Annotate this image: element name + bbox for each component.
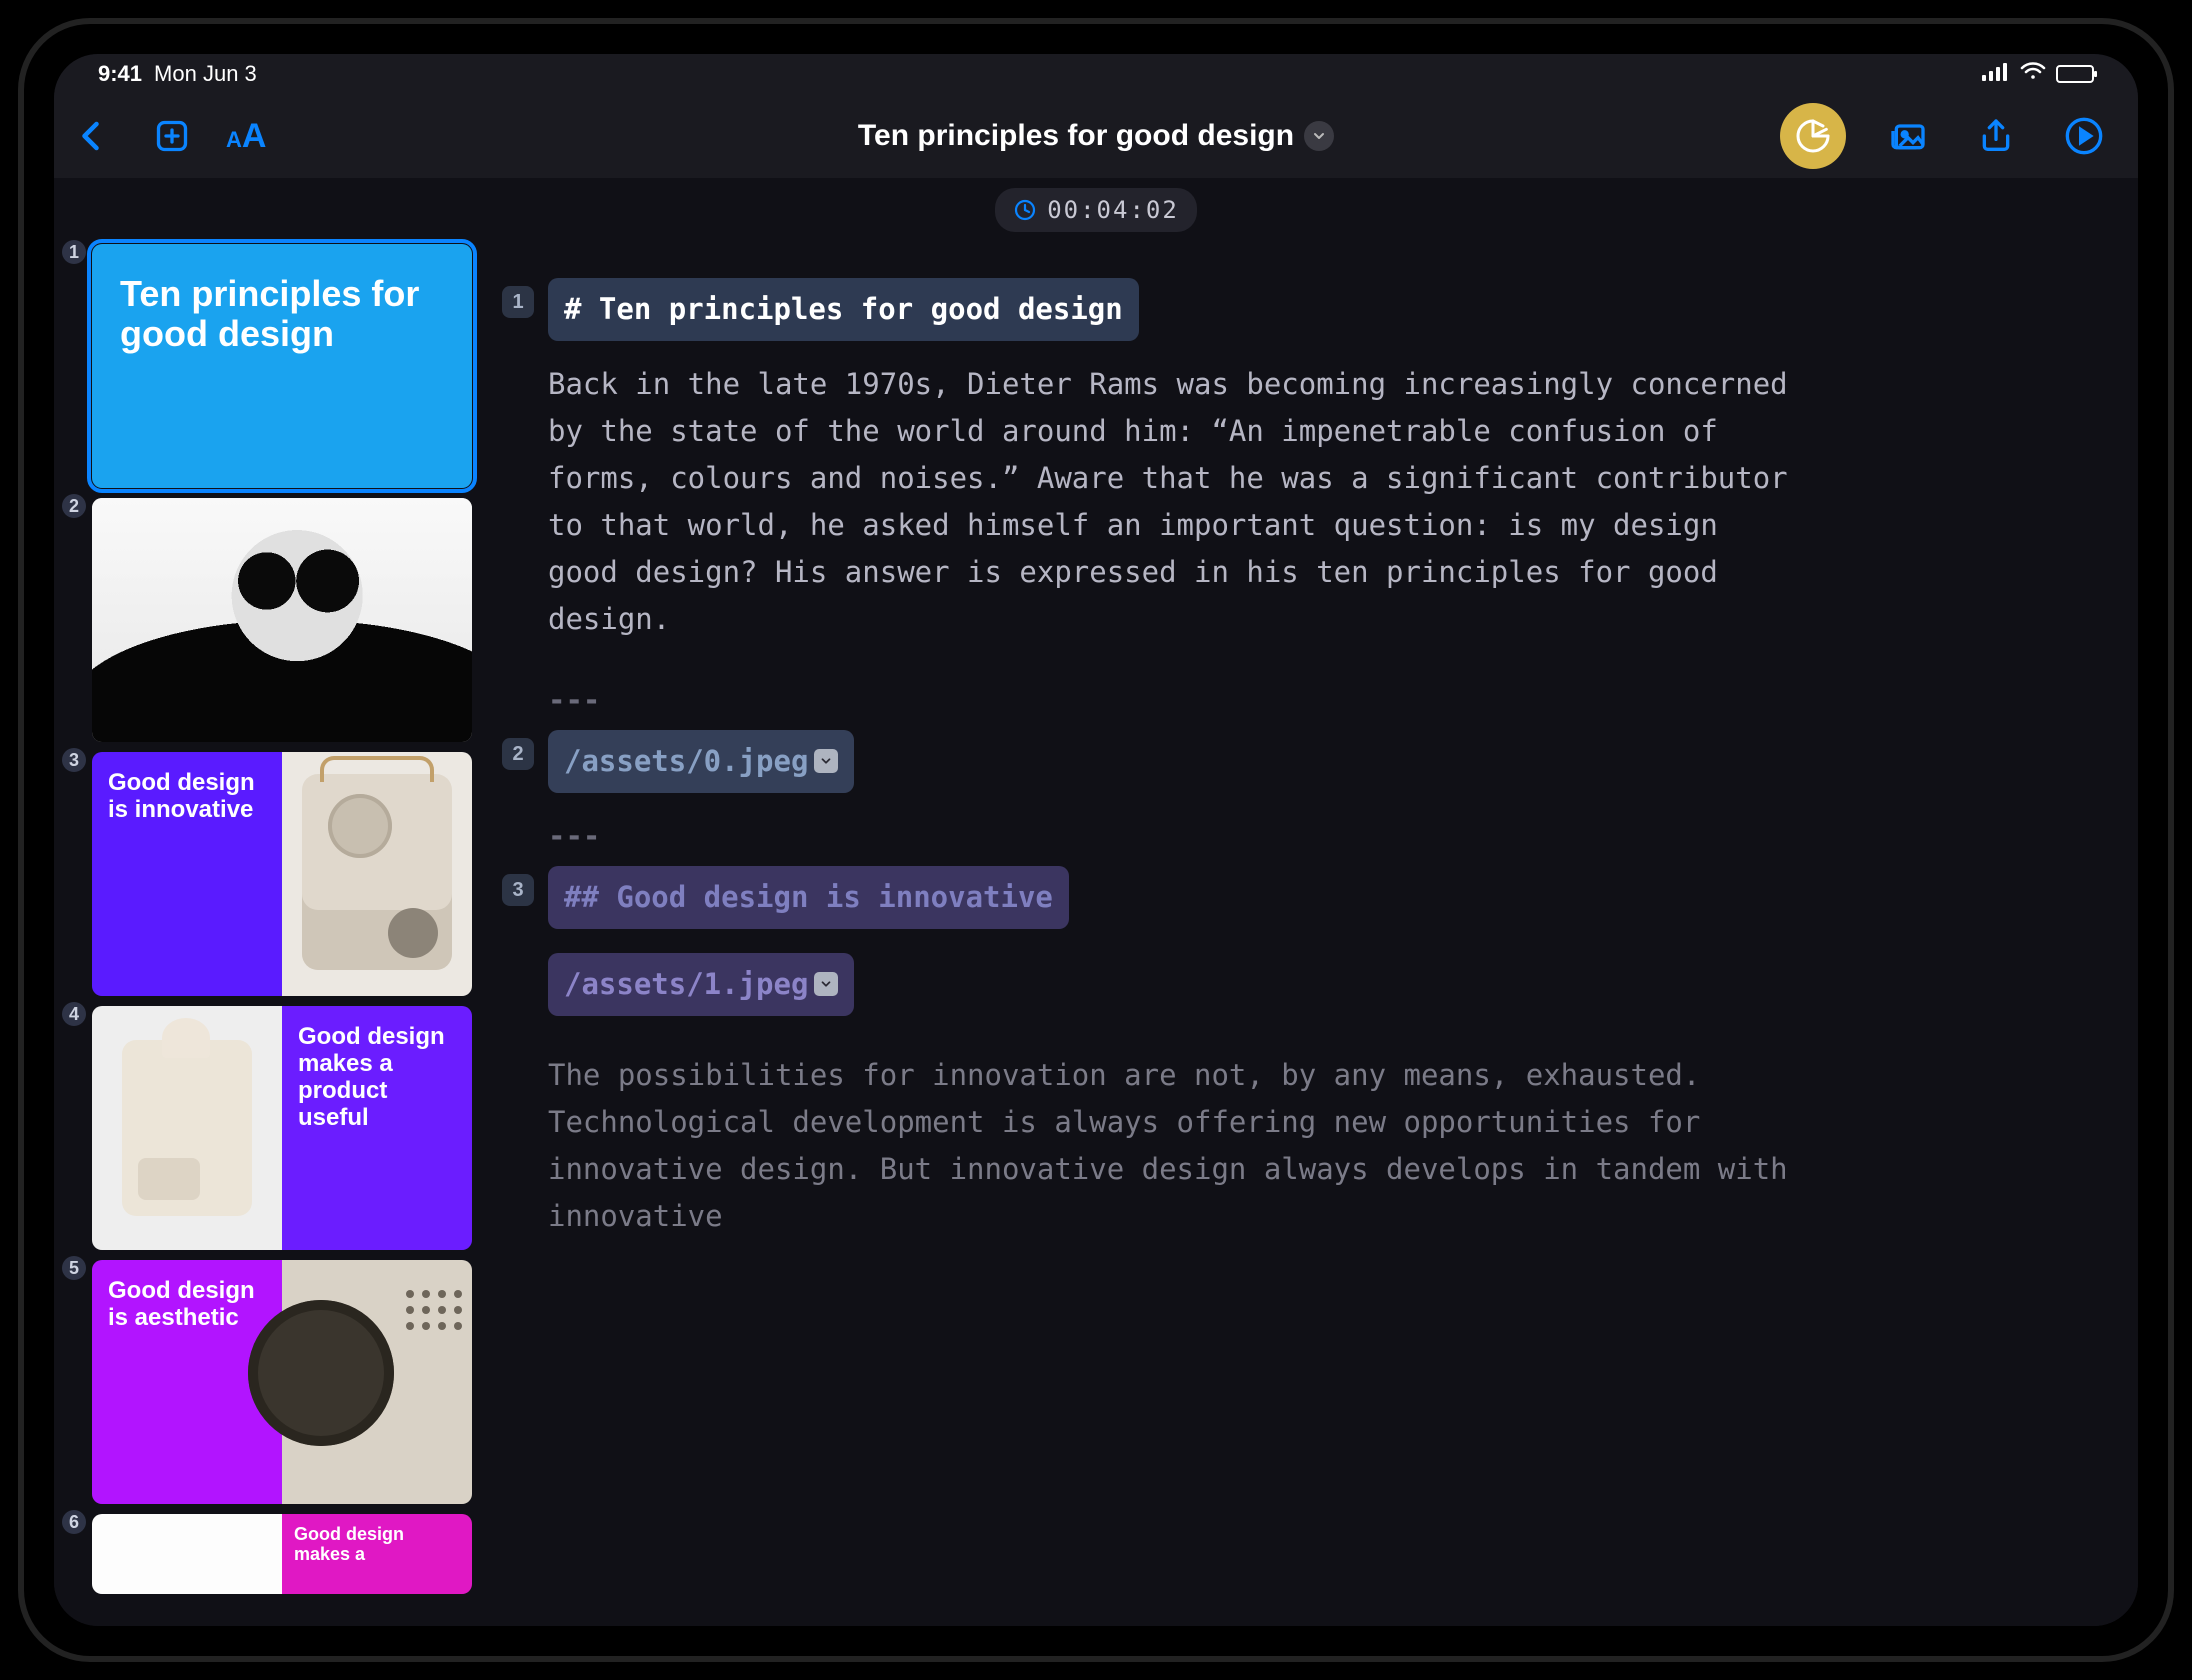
slide-title: Good design is aesthetic (92, 1260, 282, 1350)
slide-number: 4 (62, 1002, 86, 1026)
slide-title: Good design is innovative (92, 752, 282, 842)
slide-number: 5 (62, 1256, 86, 1280)
slide-number: 1 (62, 240, 86, 264)
slide-thumbnail-1[interactable]: Ten principles for good design (92, 244, 472, 488)
editor-pane[interactable]: 1 # Ten principles for good design Back … (484, 238, 2138, 1626)
slide-sidebar: 1 Ten principles for good design 2 3 (54, 238, 484, 1626)
asset-block[interactable]: /assets/1.jpeg (548, 953, 854, 1016)
wifi-icon (2020, 61, 2046, 87)
asset-block[interactable]: /assets/0.jpeg (548, 730, 854, 793)
speaker-grille (406, 1290, 462, 1330)
timer-value: 00:04:02 (1047, 196, 1179, 224)
back-button[interactable] (66, 110, 118, 162)
asset-path: /assets/0.jpeg (564, 738, 808, 785)
slide-number: 2 (62, 494, 86, 518)
heading-block[interactable]: # Ten principles for good design (548, 278, 1139, 341)
toolbar: AA Ten principles for good design (54, 94, 2138, 178)
slide-thumbnail-6[interactable]: Good design makes a (92, 1514, 472, 1594)
expand-icon[interactable] (814, 972, 838, 996)
asset-path: /assets/1.jpeg (564, 961, 808, 1008)
battery-icon (2056, 65, 2094, 83)
text-format-button[interactable]: AA (226, 117, 266, 156)
product-image (122, 1040, 252, 1216)
divider-text: --- (548, 813, 2108, 860)
media-button[interactable] (1882, 110, 1934, 162)
status-date: Mon Jun 3 (154, 61, 257, 87)
block-number: 1 (502, 286, 534, 318)
slide-thumbnail-3[interactable]: Good design is innovative (92, 752, 472, 996)
slide-title: Ten principles for good design (120, 274, 444, 355)
add-button[interactable] (146, 110, 198, 162)
radio-image (302, 774, 452, 970)
slide-thumbnail-4[interactable]: Good design makes a product useful (92, 1006, 472, 1250)
theme-button[interactable] (1780, 103, 1846, 169)
portrait-image (92, 498, 472, 742)
timer-pill[interactable]: 00:04:02 (995, 188, 1197, 232)
block-number: 3 (502, 874, 534, 906)
status-bar: 9:41 Mon Jun 3 (54, 54, 2138, 94)
slide-title: Good design makes a product useful (282, 1006, 472, 1150)
slide-thumbnail-5[interactable]: Good design is aesthetic (92, 1260, 472, 1504)
title-menu-button[interactable] (1304, 121, 1334, 151)
block-number: 2 (502, 738, 534, 770)
expand-icon[interactable] (814, 749, 838, 773)
play-button[interactable] (2058, 110, 2110, 162)
cellular-icon (1982, 61, 2010, 87)
document-title[interactable]: Ten principles for good design (858, 119, 1294, 153)
paragraph-text[interactable]: Back in the late 1970s, Dieter Rams was … (548, 361, 1788, 643)
paragraph-text[interactable]: The possibilities for innovation are not… (548, 1052, 1788, 1240)
dial-image (248, 1300, 394, 1446)
share-button[interactable] (1970, 110, 2022, 162)
slide-thumbnail-2[interactable] (92, 498, 472, 742)
slide-number: 3 (62, 748, 86, 772)
slide-number: 6 (62, 1510, 86, 1534)
divider-text: --- (548, 677, 2108, 724)
slide-title: Good design makes a (282, 1514, 472, 1574)
subheading-block[interactable]: ## Good design is innovative (548, 866, 1069, 929)
status-time: 9:41 (98, 61, 142, 87)
